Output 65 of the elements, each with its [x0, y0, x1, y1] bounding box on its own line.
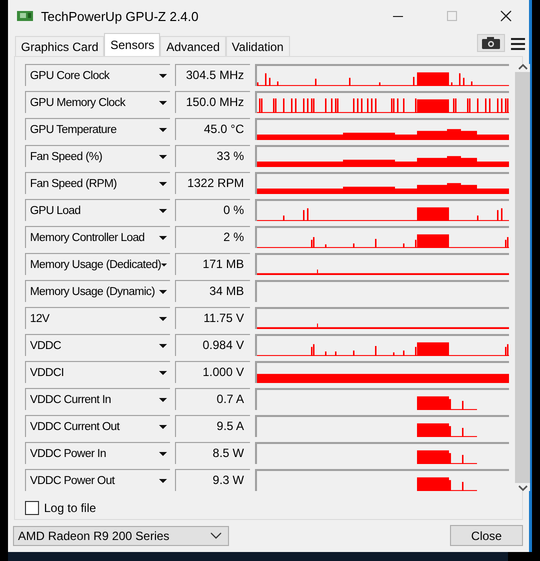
window-title: TechPowerUp GPU-Z 2.4.0 — [41, 8, 199, 24]
sensor-value: 304.5 MHz — [175, 64, 250, 86]
caret-icon — [159, 208, 167, 212]
tab[interactable]: Validation — [226, 36, 290, 56]
screenshot-button[interactable] — [477, 34, 505, 52]
sensor-value: 33 % — [175, 145, 250, 167]
sensor-dropdown[interactable]: Fan Speed (RPM) — [25, 172, 170, 194]
caret-icon — [159, 398, 167, 402]
sensor-value: 0.7 A — [175, 388, 250, 410]
sensor-dropdown[interactable]: VDDC Current In — [25, 388, 170, 410]
gpu-select[interactable]: AMD Radeon R9 200 Series — [13, 526, 229, 546]
sensor-value: 45.0 °C — [175, 118, 250, 140]
sensor-value: 8.5 W — [175, 442, 250, 464]
sensor-dropdown[interactable]: Memory Controller Load — [25, 226, 170, 248]
sensor-value: 0 % — [175, 199, 250, 221]
sensor-value: 150.0 MHz — [175, 91, 250, 113]
log-checkbox[interactable] — [25, 501, 39, 515]
caret-icon — [159, 478, 167, 482]
sensor-value: 11.75 V — [175, 307, 250, 329]
caret-icon — [161, 262, 167, 266]
caret-icon — [159, 154, 167, 158]
sensor-value: 34 MB — [175, 280, 250, 302]
sensor-dropdown[interactable]: VDDC Power Out — [25, 469, 170, 491]
close-button[interactable]: Close — [450, 525, 523, 546]
sensor-value: 9.3 W — [175, 469, 250, 491]
tab[interactable]: Advanced — [160, 36, 226, 56]
caret-icon — [159, 344, 167, 348]
chevron-icon — [210, 532, 222, 539]
sensor-value: 2 % — [175, 226, 250, 248]
sensor-value: 9.5 A — [175, 415, 250, 437]
caret-icon — [159, 316, 167, 320]
caret-icon — [159, 236, 167, 240]
sensor-value: 1.000 V — [175, 361, 250, 383]
sensor-dropdown[interactable]: VDDC Current Out — [25, 415, 170, 437]
sensor-dropdown[interactable]: GPU Memory Clock — [25, 91, 170, 113]
caret-icon — [159, 370, 167, 374]
sensor-dropdown[interactable]: VDDC — [25, 334, 170, 356]
close-icon[interactable] — [500, 10, 512, 22]
scrollbar-thumb[interactable] — [515, 72, 530, 483]
scroll-up-icon[interactable] — [518, 64, 528, 70]
sensor-dropdown[interactable]: 12V — [25, 307, 170, 329]
caret-icon — [159, 182, 167, 186]
caret-icon — [159, 74, 167, 78]
sensor-dropdown[interactable]: Memory Usage (Dynamic) — [25, 280, 170, 302]
sensor-value: 0.984 V — [175, 334, 250, 356]
sensor-dropdown[interactable]: Fan Speed (%) — [25, 145, 170, 167]
menu-icon[interactable] — [511, 38, 525, 50]
tab[interactable]: Sensors — [104, 33, 160, 56]
sensor-value: 171 MB — [175, 253, 250, 275]
caret-icon — [159, 290, 167, 294]
sensor-dropdown[interactable]: VDDC Power In — [25, 442, 170, 464]
caret-icon — [159, 424, 167, 428]
sensor-dropdown[interactable]: VDDCI — [25, 361, 170, 383]
caret-icon — [159, 452, 167, 456]
sensor-dropdown[interactable]: GPU Temperature — [25, 118, 170, 140]
caret-icon — [159, 128, 167, 132]
sensor-dropdown[interactable]: GPU Load — [25, 199, 170, 221]
sensor-dropdown[interactable]: GPU Core Clock — [25, 64, 170, 86]
sensor-dropdown[interactable]: Memory Usage (Dedicated) — [25, 253, 170, 275]
sensor-value: 1322 RPM — [175, 172, 250, 194]
tab[interactable]: Graphics Card — [15, 36, 104, 56]
graphics-card-icon — [17, 9, 33, 23]
checkbox-label: Log to file — [44, 501, 96, 515]
caret-icon — [159, 100, 167, 104]
scroll-down-icon[interactable] — [518, 485, 528, 491]
